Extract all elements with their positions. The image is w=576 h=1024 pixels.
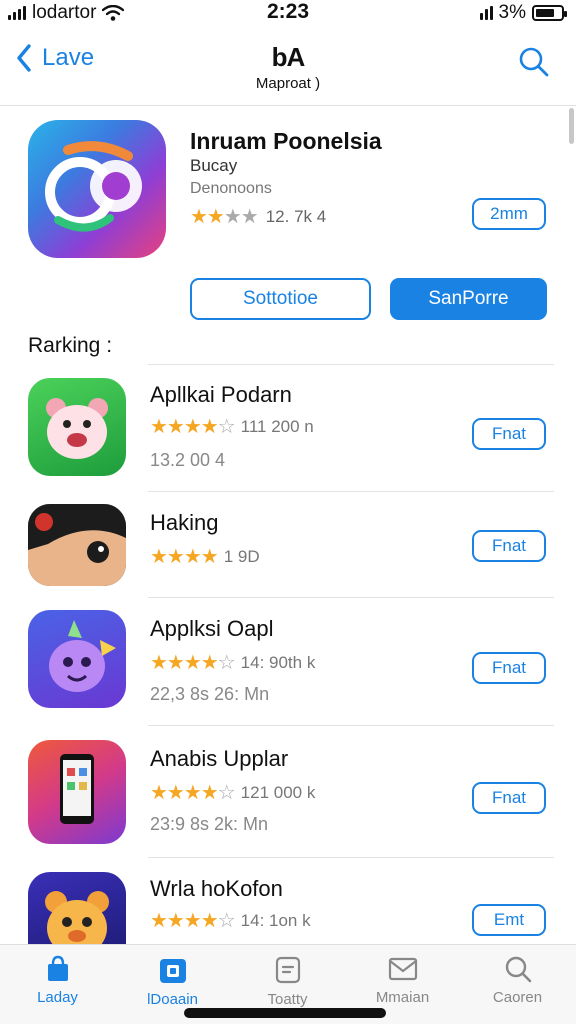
app-name: Wrla hoKofon bbox=[150, 876, 283, 901]
app-name: Anabis Upplar bbox=[150, 746, 289, 771]
list-item[interactable]: Wrla hoKofon ★★★★☆ 14: 1on k Emt bbox=[0, 858, 576, 944]
search-icon bbox=[519, 47, 549, 77]
list-item[interactable]: Applksi Oapl ★★★★☆ 14: 90th k 22,3 8s 26… bbox=[0, 598, 576, 726]
featured-app-icon[interactable] bbox=[28, 120, 166, 258]
apps-icon bbox=[159, 959, 186, 983]
app-size: 23:9 8s 2k: Mn bbox=[150, 814, 269, 834]
divider bbox=[148, 364, 554, 365]
app-rating-text: 14: 1on k bbox=[240, 910, 311, 930]
list-item[interactable]: Apllkai Podarn ★★★★☆ 111 200 n 13.2 00 4… bbox=[0, 366, 576, 492]
app-rating: ★★★★☆ 121 000 k bbox=[150, 780, 315, 805]
battery-icon bbox=[532, 5, 567, 21]
purple-creature-icon bbox=[28, 610, 126, 708]
get-button[interactable]: Fnat bbox=[472, 530, 546, 562]
tab-label: Toatty bbox=[267, 991, 308, 1008]
app-size: 22,3 8s 26: Mn bbox=[150, 684, 270, 704]
tab-apps[interactable]: lDoaain bbox=[115, 955, 230, 1008]
ranking-section-title: Rarking : bbox=[28, 334, 113, 357]
app-name: Applksi Oapl bbox=[150, 616, 274, 641]
pig-icon bbox=[28, 378, 126, 476]
get-button[interactable]: Fnat bbox=[472, 418, 546, 450]
secondary-action-button[interactable]: Sottotioe bbox=[190, 278, 371, 320]
bear-icon bbox=[28, 872, 126, 944]
navigation-bar: Lave bA Maproat ) bbox=[0, 30, 576, 106]
featured-rating-text: 12. 7k 4 bbox=[265, 206, 327, 226]
star-rating-icon: ★★★★☆ bbox=[150, 416, 236, 438]
status-bar: lodartor 2:23 3% bbox=[0, 0, 576, 28]
phone-icon bbox=[28, 740, 126, 844]
star-rating-icon: ★★★★☆ bbox=[150, 782, 236, 804]
app-rating: ★★★★☆ 111 200 n bbox=[150, 414, 314, 439]
list-item[interactable]: Anabis Upplar ★★★★☆ 121 000 k 23:9 8s 2k… bbox=[0, 726, 576, 858]
app-rating: ★★★★☆ 14: 90th k bbox=[150, 650, 315, 675]
app-name: Apllkai Podarn bbox=[150, 382, 292, 407]
app-name: Haking bbox=[150, 510, 219, 535]
tab-search[interactable]: Caoren bbox=[460, 955, 575, 1006]
featured-app-rating: ★★★★ 12. 7k 4 bbox=[190, 204, 326, 229]
mail-icon bbox=[388, 957, 417, 981]
star-rating-icon: ★★★★ bbox=[190, 206, 259, 228]
tab-label: Mmaian bbox=[375, 989, 430, 1006]
featured-get-button[interactable]: 2mm bbox=[472, 198, 546, 230]
nav-subtitle: Maproat ) bbox=[255, 75, 321, 92]
star-rating-icon: ★★★★ bbox=[150, 546, 219, 568]
get-button[interactable]: Emt bbox=[472, 904, 546, 936]
get-button[interactable]: Fnat bbox=[472, 782, 546, 814]
home-indicator[interactable] bbox=[184, 1008, 386, 1018]
tab-games[interactable]: Toatty bbox=[230, 955, 345, 1008]
tab-today[interactable]: Laday bbox=[0, 955, 115, 1006]
bag-icon bbox=[47, 955, 68, 981]
get-button[interactable]: Fnat bbox=[472, 652, 546, 684]
battery-percent: 3% bbox=[498, 2, 526, 23]
app-rating: ★★★★ 1 9D bbox=[150, 544, 260, 569]
tab-label: Caoren bbox=[492, 989, 543, 1006]
app-rating-text: 14: 90th k bbox=[240, 652, 316, 672]
app-rating-text: 121 000 k bbox=[240, 782, 316, 802]
status-right: 3% bbox=[479, 2, 567, 24]
star-rating-icon: ★★★★☆ bbox=[150, 652, 236, 674]
primary-action-button[interactable]: SanPorre bbox=[390, 278, 547, 320]
featured-app-title: Inruam Poonelsia bbox=[190, 128, 382, 154]
tab-mail[interactable]: Mmaian bbox=[345, 955, 460, 1006]
nav-title: bA Maproat ) bbox=[0, 42, 576, 92]
featured-logo-icon bbox=[45, 141, 142, 232]
app-rating: ★★★★☆ 14: 1on k bbox=[150, 908, 311, 933]
featured-app-category: Denonoons bbox=[190, 180, 272, 197]
anime-face-icon bbox=[28, 504, 126, 586]
ranking-list: Apllkai Podarn ★★★★☆ 111 200 n 13.2 00 4… bbox=[0, 366, 576, 944]
star-rating-icon: ★★★★☆ bbox=[150, 910, 236, 932]
games-icon bbox=[275, 956, 300, 984]
nav-logo: bA bbox=[271, 42, 306, 72]
cell-signal-icon bbox=[479, 6, 493, 20]
search-button[interactable] bbox=[518, 46, 550, 83]
app-size: 13.2 00 4 bbox=[150, 450, 226, 470]
featured-app-developer: Bucay bbox=[190, 156, 238, 175]
app-rating-text: 111 200 n bbox=[240, 416, 314, 436]
search-icon bbox=[505, 956, 531, 983]
list-item[interactable]: Haking ★★★★ 1 9D Fnat bbox=[0, 492, 576, 598]
tab-label: lDoaain bbox=[147, 991, 198, 1008]
featured-app: Inruam Poonelsia Bucay Denonoons ★★★★ 12… bbox=[0, 118, 576, 338]
app-rating-text: 1 9D bbox=[223, 546, 260, 566]
tab-label: Laday bbox=[37, 989, 78, 1006]
